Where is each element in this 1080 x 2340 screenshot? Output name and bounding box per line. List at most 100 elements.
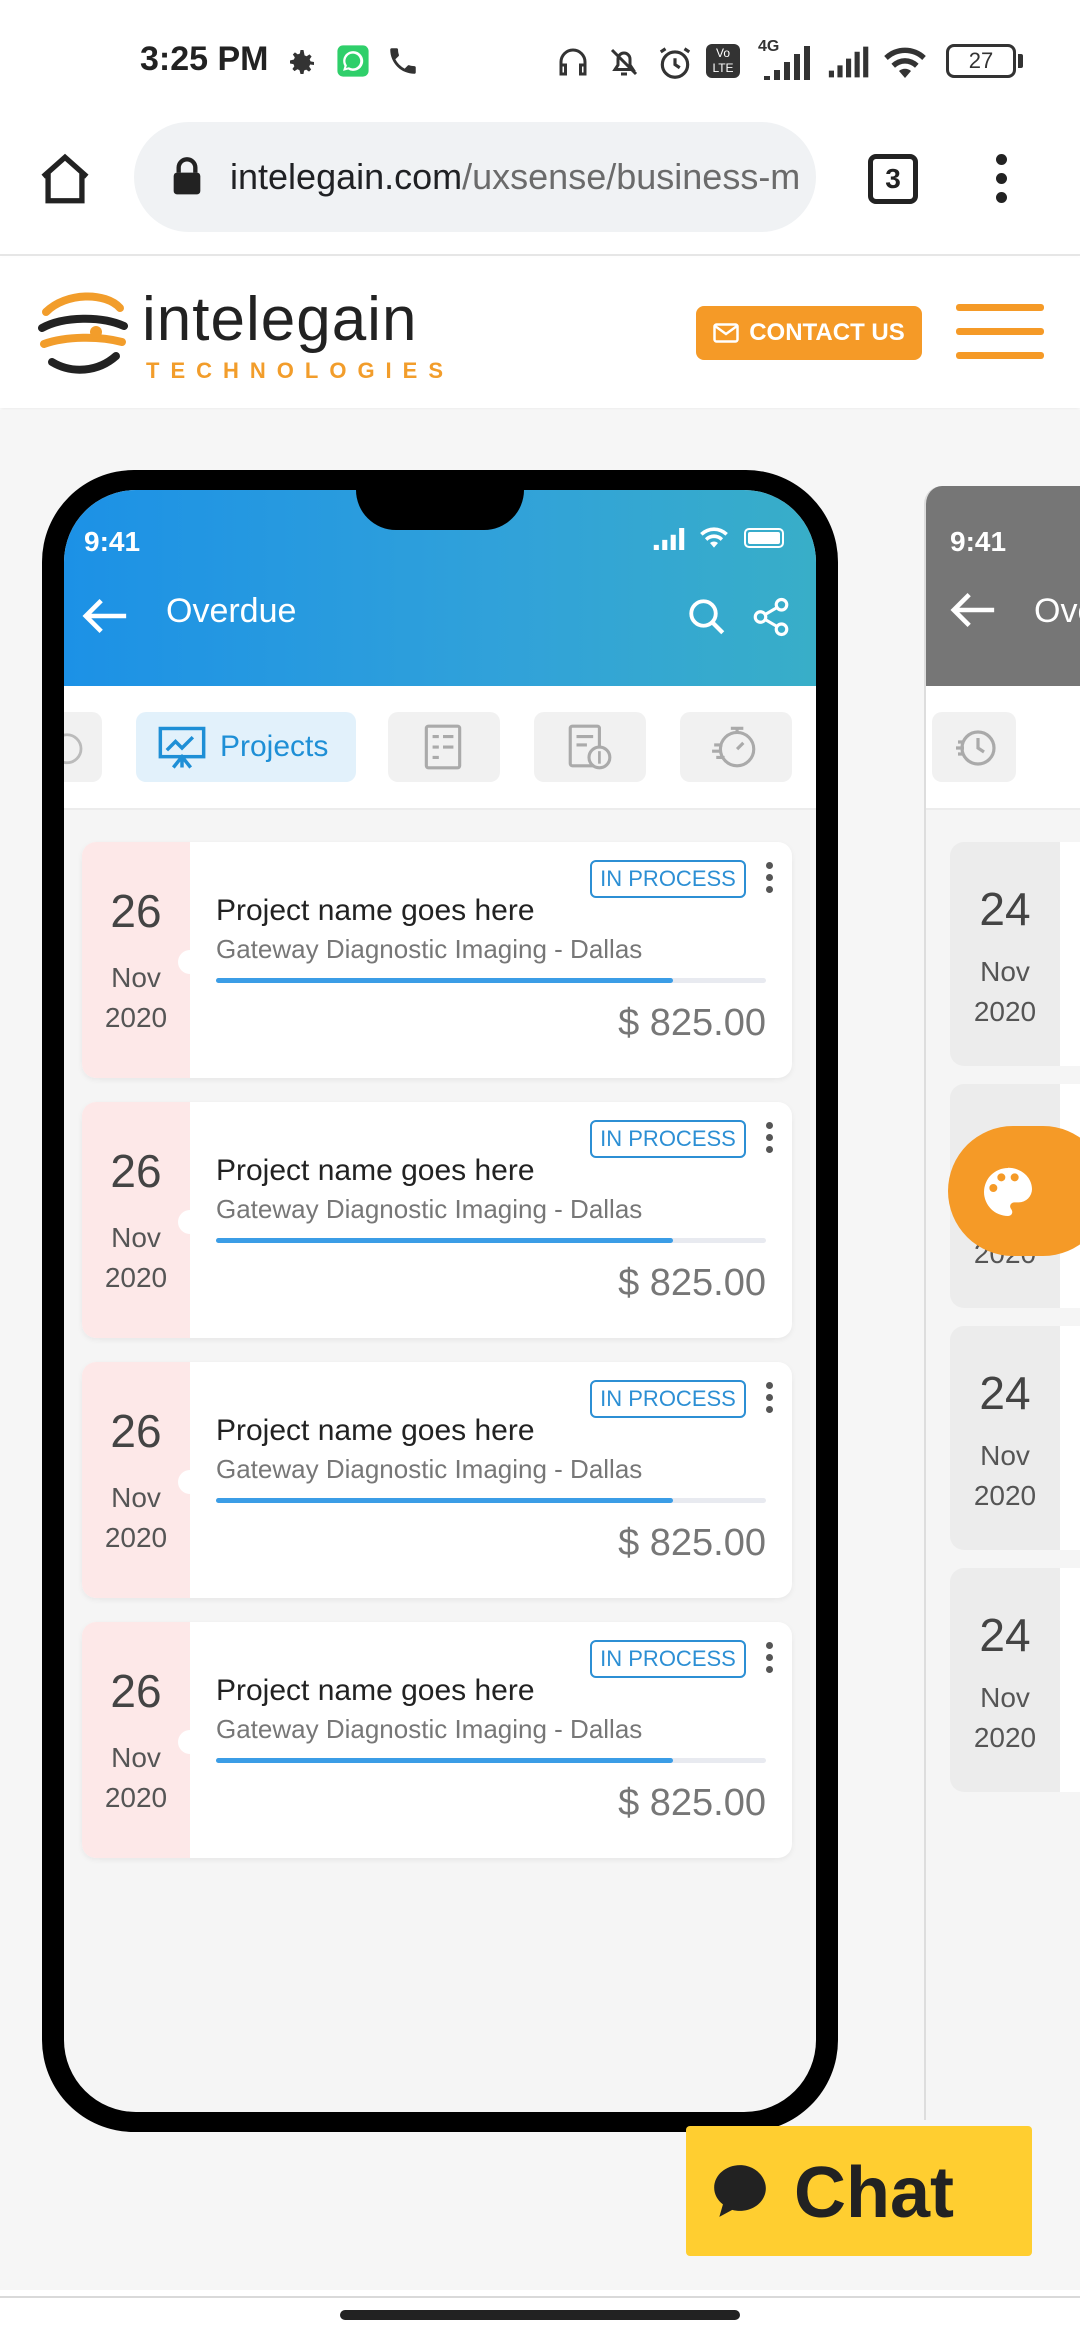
project-name: Project name goes here [216, 894, 535, 927]
url-path: /uxsense/business-m [462, 156, 801, 197]
status-badge: IN PROCESS [590, 1640, 746, 1678]
status-time: 3:25 PM [140, 40, 269, 78]
card-day: 26 [110, 1405, 162, 1457]
tab-projects-label: Projects [220, 730, 329, 763]
tab-invoice[interactable] [534, 712, 646, 782]
status-bar: 3:25 PM Vo LTE 4G 27 [0, 0, 1080, 120]
progress-fill [216, 1238, 673, 1243]
project-card[interactable]: 26 Nov 2020 IN PROCESS Project name goes her… [82, 1362, 792, 1598]
home-icon[interactable] [36, 150, 94, 208]
project-amount: $ 825.00 [618, 1782, 766, 1824]
project-progress-bar [216, 1758, 766, 1763]
card-more-button[interactable] [764, 862, 774, 902]
phone-notch [356, 480, 524, 530]
signal-icon [764, 46, 810, 80]
project-client: Gateway Diagnostic Imaging - Dallas [216, 1454, 643, 1484]
url-bar[interactable]: intelegain.com/uxsense/business-m [134, 122, 816, 232]
card-more-button[interactable] [764, 1122, 774, 1162]
card-date-block: 26 Nov 2020 [82, 1102, 190, 1338]
tab-history[interactable] [932, 712, 1016, 782]
progress-fill [216, 978, 673, 983]
project-amount: $ 825.00 [618, 1002, 766, 1044]
url-text: intelegain.com/uxsense/business-m [230, 156, 800, 198]
back-arrow-icon[interactable] [80, 596, 130, 636]
card-date-block: 26 Nov 2020 [82, 842, 190, 1078]
card-more-button[interactable] [764, 1382, 774, 1422]
signal-icon [653, 528, 685, 550]
card-year: 2020 [973, 1722, 1037, 1753]
menu-dot [996, 173, 1007, 184]
hamburger-line [956, 328, 1044, 335]
back-arrow-icon[interactable] [948, 590, 998, 630]
card-year: 2020 [104, 1782, 168, 1813]
logo-wordmark: intelegain [142, 285, 418, 354]
progress-fill [216, 1498, 673, 1503]
mail-icon [713, 323, 739, 343]
card-year: 2020 [973, 996, 1037, 1027]
browser-toolbar: intelegain.com/uxsense/business-m 3 [0, 120, 1080, 256]
project-card[interactable]: 26 Nov 2020 IN PROCESS Project name goes her… [82, 842, 792, 1078]
card-day: 26 [110, 885, 162, 937]
project-client: Gateway Diagnostic Imaging - Dallas [216, 934, 643, 964]
chat-bubble-icon [714, 2165, 766, 2217]
wifi-icon [884, 47, 926, 78]
card-day: 24 [979, 883, 1031, 935]
card-year: 2020 [104, 1002, 168, 1033]
battery-level: 27 [968, 48, 994, 73]
project-card-secondary[interactable]: 24 Nov 2020 [950, 1326, 1080, 1550]
invoice-dollar-icon [568, 724, 612, 770]
chat-label: Chat [794, 2153, 954, 2233]
project-card-secondary[interactable]: 24 Nov 2020 [950, 842, 1080, 1066]
phone-time-secondary: 9:41 [950, 526, 1007, 557]
card-body [1060, 1568, 1080, 1792]
status-badge: IN PROCESS [590, 1120, 746, 1158]
lock-icon [173, 157, 201, 195]
theme-palette-button[interactable] [948, 1126, 1080, 1256]
tab-stopwatch[interactable] [680, 712, 792, 782]
project-progress-bar [216, 978, 766, 983]
contact-us-button[interactable]: CONTACT US [696, 306, 922, 360]
site-header: intelegain TECHNOLOGIES CONTACT US [0, 258, 1080, 408]
card-day: 26 [110, 1665, 162, 1717]
project-name: Project name goes here [216, 1414, 535, 1447]
project-card[interactable]: 26 Nov 2020 IN PROCESS Project name goes her… [82, 1102, 792, 1338]
palette-icon [984, 1167, 1032, 1216]
url-host: intelegain.com [230, 156, 463, 197]
card-body [1060, 1326, 1080, 1550]
project-card-secondary[interactable]: 24 Nov 2020 [950, 1568, 1080, 1792]
card-month: Nov [111, 1482, 161, 1513]
battery-icon [744, 528, 784, 548]
project-client: Gateway Diagnostic Imaging - Dallas [216, 1714, 643, 1744]
phone-screen-secondary: 9:41 Ove 24Nov2020 2020 24Nov2020 24Nov2… [924, 486, 1080, 2120]
alarm-icon [659, 47, 691, 79]
card-day: 24 [979, 1609, 1031, 1661]
stopwatch-icon [712, 726, 756, 768]
chat-button[interactable]: Chat [686, 2126, 1032, 2256]
tab-switcher-button[interactable]: 3 [868, 154, 918, 204]
search-icon[interactable] [686, 596, 728, 638]
presentation-chart-icon [158, 726, 206, 769]
project-progress-bar [216, 1498, 766, 1503]
wifi-icon [700, 527, 728, 548]
tab-checklist[interactable] [388, 712, 500, 782]
project-amount: $ 825.00 [618, 1522, 766, 1564]
tab-projects[interactable]: Projects [136, 712, 356, 782]
card-timeline-dot [178, 1210, 202, 1234]
mute-icon [610, 48, 638, 76]
intelegain-logo-icon[interactable] [36, 282, 128, 382]
category-tab-bar: Projects [64, 686, 816, 810]
card-more-button[interactable] [764, 1642, 774, 1682]
share-icon[interactable] [750, 596, 792, 638]
logo-subtitle: TECHNOLOGIES [146, 358, 455, 383]
card-year: 2020 [104, 1262, 168, 1293]
card-day: 24 [979, 1367, 1031, 1419]
card-date-block: 26 Nov 2020 [82, 1622, 190, 1858]
menu-dot [996, 154, 1007, 165]
tab-timer[interactable] [64, 712, 102, 782]
card-month: Nov [980, 1682, 1030, 1713]
browser-menu-button[interactable] [996, 154, 1008, 203]
timer-icon [64, 733, 83, 765]
gesture-home-indicator[interactable] [340, 2310, 740, 2320]
project-card[interactable]: 26 Nov 2020 IN PROCESS Project name goes her… [82, 1622, 792, 1858]
checklist-icon [424, 724, 462, 770]
